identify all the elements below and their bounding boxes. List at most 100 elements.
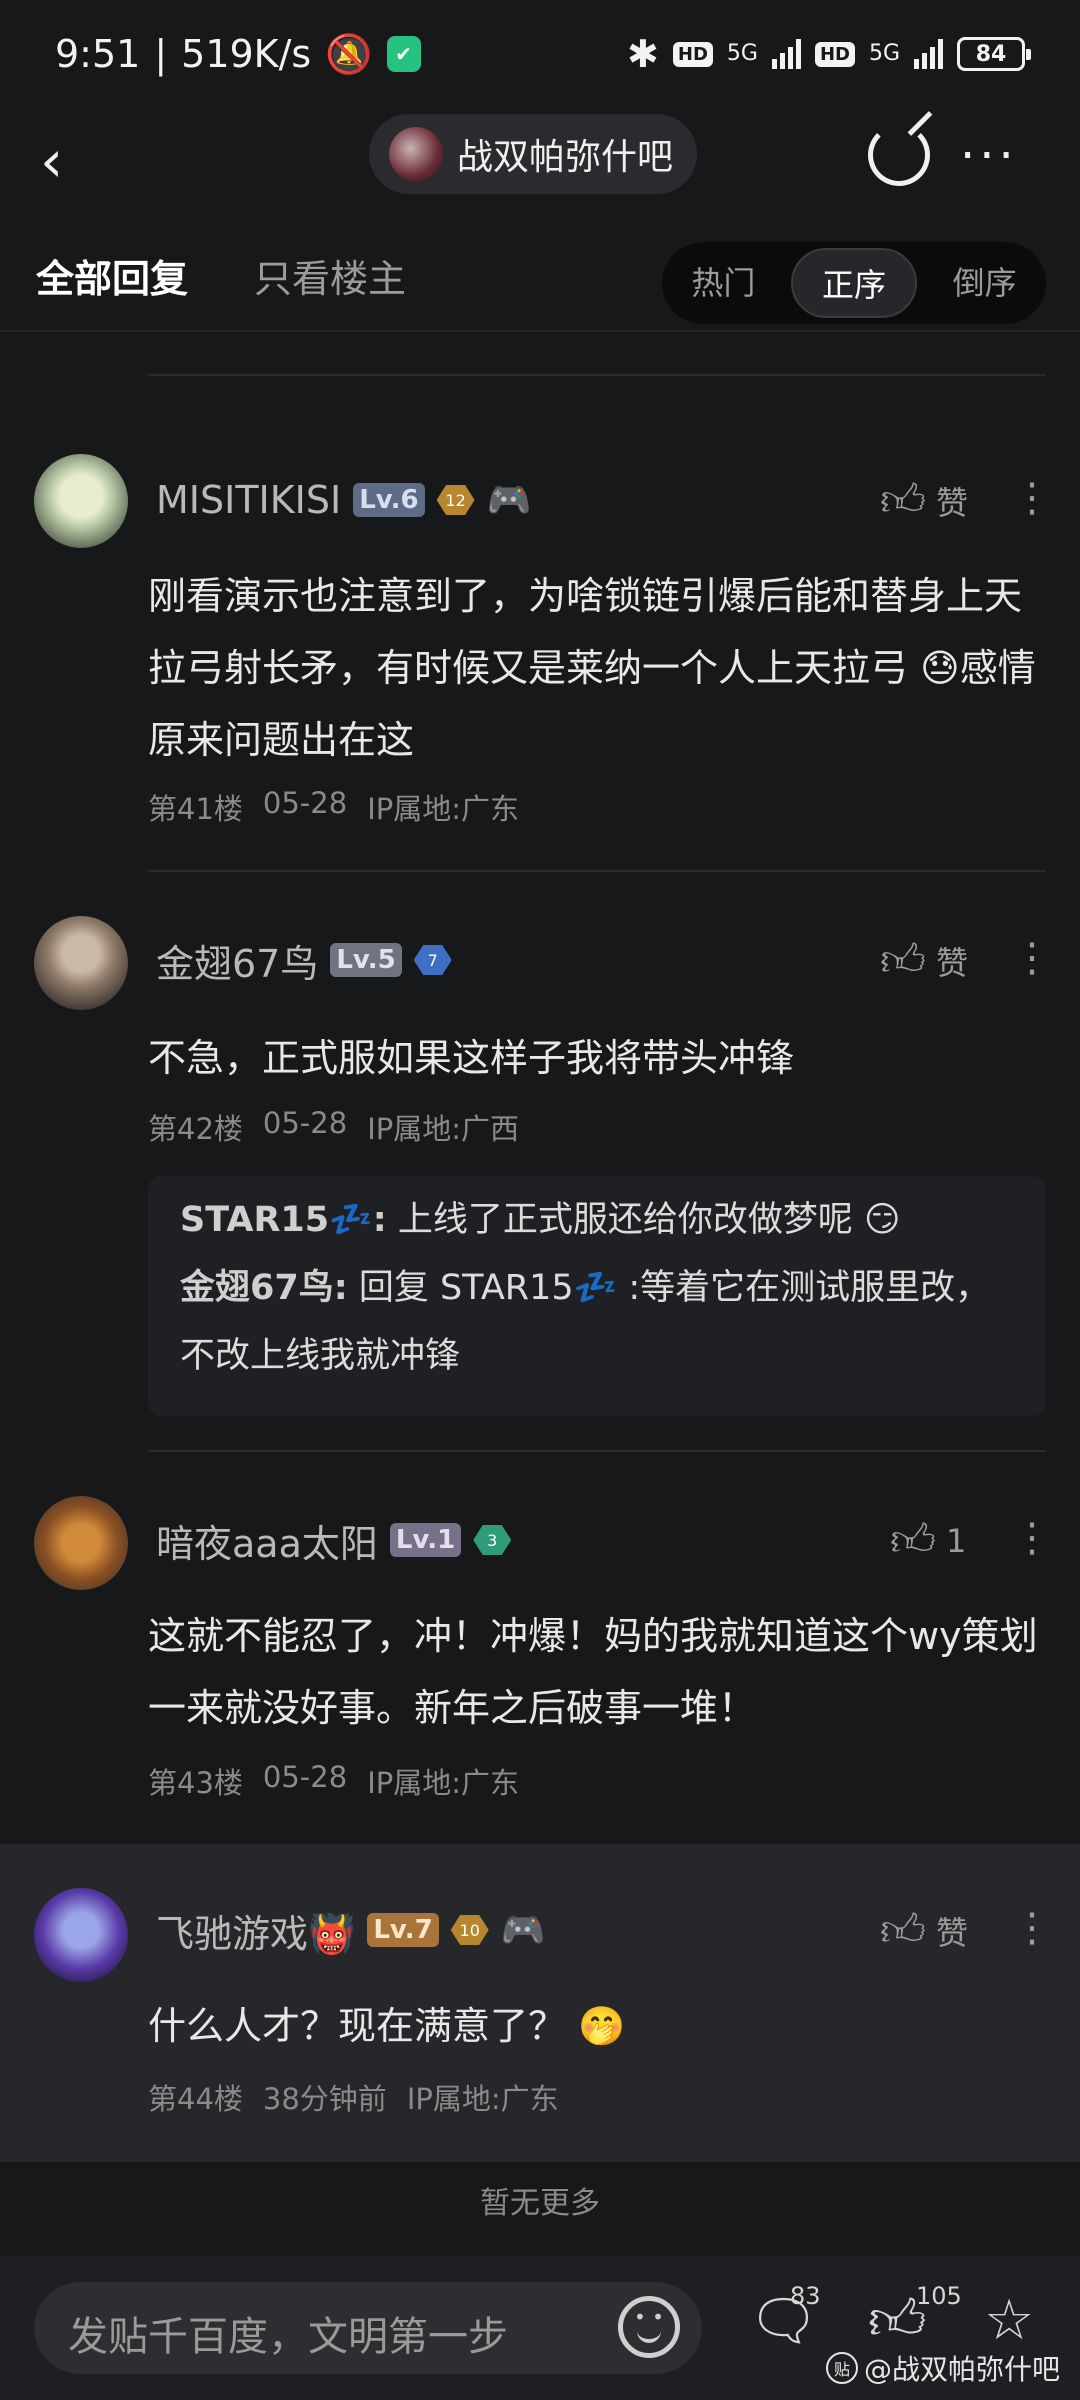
thumbs-up-icon: 👍︎: [890, 1515, 936, 1566]
post-content: 这就不能忍了，冲！冲爆！妈的我就知道这个wy策划一来就没好事。新年之后破事一堆！: [148, 1614, 1038, 1730]
post-meta: 第41楼 05-28 IP属地:广东: [148, 786, 519, 828]
post-menu-icon[interactable]: ⋮: [1012, 938, 1052, 978]
post-content: 什么人才？现在满意了？ 🤭: [148, 2004, 626, 2048]
favorite-button[interactable]: ☆: [984, 2288, 1034, 2353]
floor-number: 第41楼: [148, 792, 243, 826]
status-bar: 9:51 | 519K/s 🔕 ✔ ✱ HD 5G HD 5G 84: [0, 0, 1080, 108]
post-menu-icon[interactable]: ⋮: [1012, 478, 1052, 518]
more-icon[interactable]: ···: [960, 128, 1018, 184]
sort-ascending[interactable]: 正序: [790, 248, 918, 318]
reply-tabs: 全部回复 只看楼主 热门 正序 倒序: [0, 220, 1080, 332]
sort-toggle: 热门 正序 倒序: [662, 242, 1046, 324]
network-label-2: 5G: [868, 41, 900, 66]
divider: [148, 870, 1046, 872]
level-badge: Lv.7: [367, 1913, 439, 1947]
sub-reply-author[interactable]: 金翅67鸟:: [180, 1268, 348, 1308]
tab-owner-only[interactable]: 只看楼主: [254, 248, 406, 303]
comment-count: 83: [790, 2282, 821, 2310]
like-button[interactable]: 👍︎ 1: [890, 1514, 966, 1567]
like-button[interactable]: 👍︎ 赞: [880, 1904, 968, 1957]
gamepad-icon: 🎮: [500, 1910, 546, 1951]
username[interactable]: 飞驰游戏👹: [156, 1903, 355, 1958]
floor-number: 第44楼: [148, 2082, 243, 2116]
divider: [148, 374, 1046, 376]
no-more-label: 暂无更多: [480, 2186, 600, 2221]
post-menu-icon[interactable]: ⋮: [1012, 1518, 1052, 1558]
status-time: 9:51: [55, 32, 141, 76]
like-label: 赞: [935, 1913, 968, 1952]
like-label: 赞: [935, 483, 968, 522]
sort-hot[interactable]: 热门: [662, 248, 785, 318]
sub-reply-author[interactable]: STAR15💤:: [180, 1200, 387, 1240]
floor-number: 第42楼: [148, 1112, 243, 1146]
forum-pill[interactable]: 战双帕弥什吧: [369, 114, 698, 194]
watermark: 贴 @战双帕弥什吧: [826, 2348, 1060, 2388]
level-badge: Lv.5: [330, 943, 402, 977]
rank-badge: 3: [473, 1525, 512, 1555]
username[interactable]: 暗夜aaa太阳: [156, 1513, 378, 1568]
username[interactable]: MISITIKISI: [156, 478, 341, 522]
sub-replies[interactable]: STAR15💤: 上线了正式服还给你改做梦呢 😏 金翅67鸟: 回复 STAR1…: [148, 1176, 1046, 1416]
comment-button[interactable]: 🗨︎ 83: [748, 2282, 821, 2354]
sort-descending[interactable]: 倒序: [923, 248, 1046, 318]
post-meta: 第43楼 05-28 IP属地:广东: [148, 1760, 519, 1802]
sub-reply: STAR15💤: 上线了正式服还给你改做梦呢 😏: [180, 1186, 1014, 1254]
post-menu-icon[interactable]: ⋮: [1012, 1908, 1052, 1948]
bottom-bar: 发贴千百度，文明第一步 🗨︎ 83 👍︎ 105 ☆ 贴 @战双帕弥什吧: [0, 2256, 1080, 2400]
avatar[interactable]: [34, 916, 128, 1010]
divider: [148, 1450, 1046, 1452]
tab-all-replies[interactable]: 全部回复: [36, 248, 188, 303]
post-meta: 第44楼 38分钟前 IP属地:广东: [148, 2076, 559, 2118]
forum-name: 战双帕弥什吧: [457, 137, 674, 178]
back-icon[interactable]: ‹: [40, 126, 100, 196]
share-icon[interactable]: [868, 124, 930, 186]
post-date: 05-28: [262, 1106, 348, 1140]
post-content: 刚看演示也注意到了，为啥锁链引爆后能和替身上天拉弓射长矛，有时候又是莱纳一个人上…: [148, 574, 1036, 762]
shield-icon: ✔: [386, 36, 421, 72]
weibo-logo-icon: 贴: [826, 2352, 858, 2384]
watermark-text: @战双帕弥什吧: [864, 2353, 1061, 2386]
emoji-icon[interactable]: [618, 2296, 680, 2358]
post-meta: 第42楼 05-28 IP属地:广西: [148, 1106, 519, 1148]
level-badge: Lv.1: [389, 1523, 462, 1557]
forum-avatar: [389, 127, 443, 181]
hd-icon: HD: [672, 41, 713, 67]
hd-icon-2: HD: [814, 41, 855, 67]
bluetooth-icon: ✱: [627, 32, 659, 76]
post-date: 05-28: [262, 1760, 348, 1794]
rank-badge: 12: [436, 485, 475, 515]
post-date: 05-28: [262, 786, 348, 820]
reply-placeholder: 发贴千百度，文明第一步: [68, 2314, 508, 2360]
avatar[interactable]: [34, 1888, 128, 1982]
thumbs-up-icon: 👍︎: [880, 1905, 926, 1956]
ip-location: IP属地:广东: [367, 1766, 519, 1800]
avatar[interactable]: [34, 454, 128, 548]
thumbs-up-icon: 👍︎: [880, 935, 926, 986]
avatar[interactable]: [34, 1496, 128, 1590]
username[interactable]: 金翅67鸟: [156, 933, 318, 988]
like-button[interactable]: 👍︎ 赞: [880, 934, 968, 987]
ip-location: IP属地:广西: [367, 1112, 519, 1146]
like-button[interactable]: 👍︎ 赞: [880, 474, 968, 527]
status-speed: 519K/s: [181, 32, 312, 76]
mute-bell-icon: 🔕: [325, 31, 373, 76]
like-label: 赞: [935, 943, 968, 982]
ip-location: IP属地:广东: [406, 2082, 559, 2116]
reply-input[interactable]: 发贴千百度，文明第一步: [34, 2282, 702, 2374]
signal-icon: [771, 39, 801, 69]
thumbs-up-icon: 👍︎: [880, 475, 926, 526]
signal-icon-2: [914, 39, 943, 69]
like-count: 1: [945, 1521, 967, 1560]
sub-reply: 金翅67鸟: 回复 STAR15💤 :等着它在测试服里改，不改上线我就冲锋: [180, 1254, 1014, 1390]
star-icon: ☆: [984, 2288, 1035, 2353]
rank-badge: 7: [413, 945, 452, 975]
nav-bar: ‹ 战双帕弥什吧 ···: [0, 108, 1080, 220]
like-post-button[interactable]: 👍︎ 105: [868, 2282, 962, 2355]
like-count: 105: [916, 2282, 962, 2310]
rank-badge: 10: [450, 1915, 489, 1945]
sub-reply-text: 上线了正式服还给你改做梦呢 😏: [386, 1200, 901, 1240]
post-date: 38分钟前: [262, 2082, 387, 2116]
ip-location: IP属地:广东: [367, 792, 519, 826]
gamepad-icon: 🎮: [486, 480, 532, 521]
post-content: 不急，正式服如果这样子我将带头冲锋: [148, 1036, 795, 1080]
